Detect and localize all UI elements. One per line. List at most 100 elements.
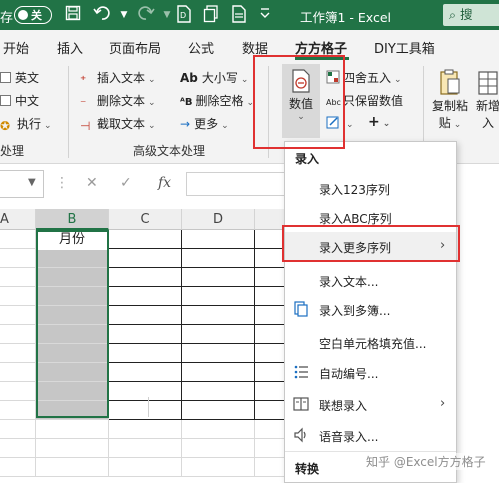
grid-cell[interactable]: [0, 306, 36, 325]
insert-text-button[interactable]: ⁺ 插入文本 ⌄: [80, 69, 156, 87]
grid-cell[interactable]: [36, 287, 109, 306]
grid-cell[interactable]: [109, 287, 182, 306]
grid-cell[interactable]: [109, 458, 182, 477]
delete-space-button[interactable]: ᴬB 删除空格 ⌄: [180, 92, 254, 109]
grid-cell[interactable]: [182, 287, 255, 306]
column-header-c[interactable]: C: [109, 209, 182, 230]
quick-access-doc-icon[interactable]: D: [174, 5, 194, 25]
grid-cell[interactable]: [182, 249, 255, 268]
grid-cell[interactable]: [36, 401, 109, 420]
grid-cell[interactable]: [255, 439, 285, 458]
menu-item-associative-entry[interactable]: 联想录入 ›: [285, 390, 456, 418]
tab-formulas[interactable]: 公式: [188, 38, 214, 57]
customize-toolbar-icon[interactable]: [255, 5, 275, 25]
more-button[interactable]: → 更多 ⌄: [180, 115, 229, 132]
execute-button[interactable]: ✪ 执行 ⌄: [0, 115, 52, 133]
grid-cell[interactable]: [182, 458, 255, 477]
chinese-option[interactable]: 中文: [0, 92, 39, 109]
grid-cell[interactable]: [182, 363, 255, 382]
grid-cell[interactable]: [109, 268, 182, 287]
grid-cell[interactable]: [0, 344, 36, 363]
grid-cell[interactable]: [182, 439, 255, 458]
column-header-e[interactable]: [255, 209, 285, 230]
grid-cell[interactable]: [182, 230, 255, 249]
grid-cell[interactable]: [182, 306, 255, 325]
new-entry-button[interactable]: 新增 入: [473, 69, 499, 131]
menu-item-entry-abc[interactable]: 录入ABC序列: [285, 203, 456, 231]
quick-access-text-icon[interactable]: [229, 5, 249, 25]
grid-cell[interactable]: [36, 268, 109, 287]
menu-item-entry-more-sequences[interactable]: 录入更多序列 ›: [285, 232, 456, 260]
grid-cell[interactable]: [182, 325, 255, 344]
grid-cell[interactable]: [255, 287, 285, 306]
menu-item-entry-123[interactable]: 录入123序列: [285, 174, 456, 202]
delete-text-button[interactable]: ⁻ 删除文本 ⌄: [80, 92, 156, 110]
menu-item-voice-entry[interactable]: 语音录入...: [285, 421, 456, 449]
grid-cell[interactable]: [255, 230, 285, 249]
grid-cell[interactable]: [0, 268, 36, 287]
grid-cell[interactable]: [182, 344, 255, 363]
tab-fangfanggezi[interactable]: 方方格子: [295, 38, 347, 57]
save-icon[interactable]: [63, 5, 83, 25]
autosave-toggle[interactable]: 关: [14, 6, 52, 24]
undo-icon[interactable]: [92, 5, 112, 25]
cell-b1[interactable]: 月份: [36, 230, 108, 250]
grid-cell[interactable]: [109, 344, 182, 363]
grid-cell[interactable]: [255, 363, 285, 382]
grid-cell[interactable]: [36, 363, 109, 382]
menu-item-entry-multi-book[interactable]: 录入到多簿...: [285, 295, 456, 323]
edit-checkbox-button[interactable]: ⌄: [326, 115, 354, 130]
redo-icon[interactable]: [136, 5, 156, 25]
grid-cell[interactable]: [36, 420, 109, 439]
grid-cell[interactable]: [182, 268, 255, 287]
grid-cell[interactable]: [36, 382, 109, 401]
tab-page-layout[interactable]: 页面布局: [109, 38, 161, 57]
tab-diy-toolbox[interactable]: DIY工具箱: [374, 38, 435, 57]
menu-item-fill-blank[interactable]: 空白单元格填充值...: [285, 328, 456, 356]
grid-cell[interactable]: [0, 439, 36, 458]
name-box[interactable]: ▼: [0, 170, 44, 198]
grid-cell[interactable]: [255, 268, 285, 287]
add-button[interactable]: + ⌄: [368, 114, 390, 130]
keep-values-button[interactable]: Abc 只保留数值: [326, 92, 403, 109]
grid-cell[interactable]: [0, 363, 36, 382]
grid-cell[interactable]: [36, 306, 109, 325]
grid-cell[interactable]: [182, 382, 255, 401]
grid-cell[interactable]: [109, 249, 182, 268]
grid-cell[interactable]: [109, 363, 182, 382]
quick-access-copy-icon[interactable]: [201, 5, 221, 25]
search-box[interactable]: ⌕ 搜: [443, 4, 499, 26]
case-button[interactable]: Ab 大小写 ⌄: [180, 69, 248, 86]
cancel-icon[interactable]: ✕: [86, 175, 98, 191]
tab-data[interactable]: 数据: [242, 38, 268, 57]
tab-insert[interactable]: 插入: [57, 38, 83, 57]
grid-cell[interactable]: [36, 325, 109, 344]
english-option[interactable]: 英文: [0, 69, 39, 86]
grid-cell[interactable]: [0, 382, 36, 401]
round-button[interactable]: 四舍五入 ⌄: [326, 69, 402, 86]
undo-dropdown-icon[interactable]: ▼: [114, 5, 134, 25]
grid-cell[interactable]: [255, 401, 285, 420]
grid-cell[interactable]: [255, 249, 285, 268]
grid-cell[interactable]: [182, 420, 255, 439]
insert-function-icon[interactable]: fx: [158, 175, 171, 191]
confirm-icon[interactable]: ✓: [120, 175, 132, 191]
formula-input[interactable]: [186, 172, 296, 196]
grid-cell[interactable]: [109, 230, 182, 249]
menu-item-auto-number[interactable]: 自动编号...: [285, 358, 456, 386]
grid-cell[interactable]: [109, 382, 182, 401]
grid-cell[interactable]: [0, 420, 36, 439]
grid-cell[interactable]: [255, 344, 285, 363]
grid-cell[interactable]: [255, 420, 285, 439]
grid-cell[interactable]: [255, 306, 285, 325]
cut-text-button[interactable]: ⊣ 截取文本 ⌄: [80, 115, 156, 133]
grid-cell[interactable]: [0, 401, 36, 420]
grid-cell[interactable]: [109, 401, 182, 420]
grid-cell[interactable]: [36, 344, 109, 363]
grid-cell[interactable]: [109, 420, 182, 439]
grid-cell[interactable]: [0, 325, 36, 344]
column-header-d[interactable]: D: [182, 209, 255, 230]
grid-cell[interactable]: [109, 325, 182, 344]
menu-item-entry-text[interactable]: 录入文本...: [285, 266, 456, 294]
grid-cell[interactable]: [109, 439, 182, 458]
